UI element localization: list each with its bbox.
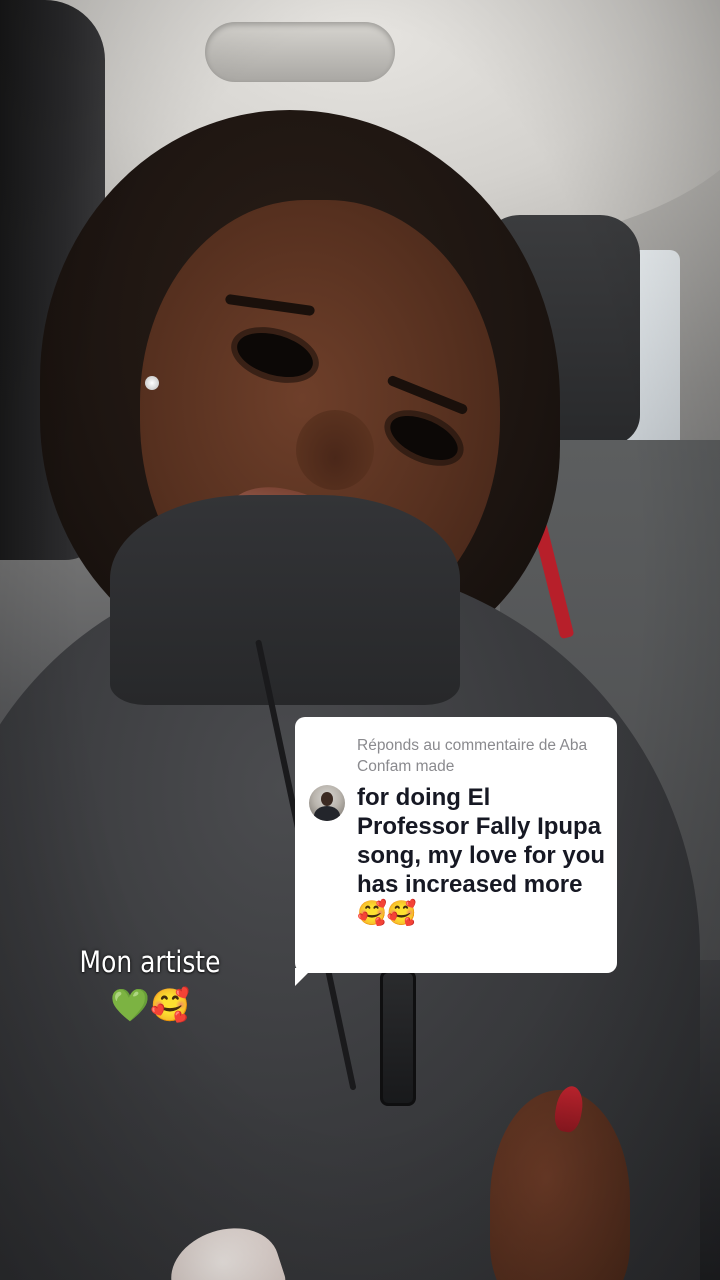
video-vignette (0, 0, 720, 1280)
caption-emoji: 💚🥰 (110, 987, 190, 1023)
reply-header: Réponds au commentaire de Aba Confam mad… (357, 737, 588, 775)
avatar-head-shape (321, 792, 333, 806)
caption-overlay: Mon artiste 💚🥰 (60, 940, 240, 1026)
reply-comment-sticker[interactable]: Réponds au commentaire de Aba Confam mad… (295, 717, 617, 973)
caption-text: Mon artiste (79, 945, 221, 979)
avatar-body-shape (314, 806, 340, 821)
commenter-avatar-icon (309, 785, 345, 821)
video-screen[interactable]: Réponds au commentaire de Aba Confam mad… (0, 0, 720, 1280)
reply-comment-text: for doing El Professor Fally Ipupa song,… (357, 784, 606, 927)
reply-sticker-tail (295, 968, 313, 986)
video-frame (0, 0, 720, 1280)
